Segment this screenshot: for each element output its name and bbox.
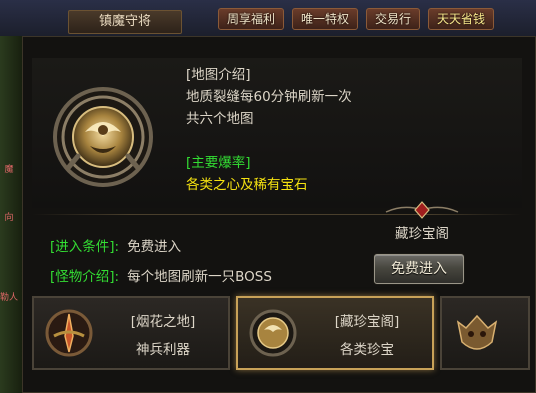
intro-line: 地质裂缝每60分钟刷新一次 — [186, 89, 352, 105]
top-bar: 镇魔守将 周享福利 唯一特权 交易行 天天省钱 — [0, 0, 536, 36]
left-scene-edge: 魔 向 勒人 — [0, 36, 22, 393]
map-card-fireworks[interactable]: [烟花之地] 神兵利器 — [32, 296, 230, 370]
entry-condition-row: [进入条件]: 免费进入 — [50, 232, 272, 262]
entry-condition-value: 免费进入 — [127, 239, 182, 255]
menu-unique-privilege[interactable]: 唯一特权 — [292, 8, 359, 30]
card-desc: 各类珍宝 — [340, 342, 394, 358]
demon-skull-icon — [456, 314, 498, 350]
card-name: [烟花之地] — [130, 314, 196, 330]
treasure-medal-icon — [249, 309, 297, 357]
card-desc: 神兵利器 — [136, 342, 190, 358]
left-tag: 魔 — [4, 165, 14, 175]
menu-trading-house[interactable]: 交易行 — [366, 8, 421, 30]
map-description: [地图介绍] 地质裂缝每60分钟刷新一次 共六个地图 [主要爆率] 各类之心及稀… — [186, 64, 352, 196]
conditions: [进入条件]: 免费进入 [怪物介绍]: 每个地图刷新一只BOSS — [50, 232, 272, 292]
map-card-demon[interactable] — [440, 296, 530, 370]
entry-condition-label: [进入条件]: — [50, 239, 120, 255]
left-tag: 向 — [4, 213, 14, 223]
menu-daily-savings[interactable]: 天天省钱 — [428, 8, 495, 30]
sword-medal-icon — [45, 309, 93, 357]
monster-info-row: [怪物介绍]: 每个地图刷新一只BOSS — [50, 262, 272, 292]
drop-text: 各类之心及稀有宝石 — [186, 177, 308, 193]
monster-info-label: [怪物介绍]: — [50, 269, 120, 285]
treasure-medal-icon — [53, 87, 153, 187]
map-card-treasure[interactable]: [藏珍宝阁] 各类珍宝 — [236, 296, 434, 370]
left-tag: 勒人 — [0, 293, 19, 303]
free-enter-button[interactable]: 免费进入 — [374, 254, 464, 284]
intro-line: 共六个地图 — [186, 111, 254, 127]
top-menu: 周享福利 唯一特权 交易行 天天省钱 — [218, 8, 495, 30]
gem-ornament-icon — [385, 201, 459, 219]
drop-heading: [主要爆率] — [186, 155, 251, 171]
intro-heading: [地图介绍] — [186, 67, 251, 83]
treasure-title: 藏珍宝阁 — [395, 226, 449, 242]
panel-title: 镇魔守将 — [68, 10, 182, 34]
card-name: [藏珍宝阁] — [334, 314, 400, 330]
monster-info-value: 每个地图刷新一只BOSS — [127, 269, 272, 285]
menu-weekly-welfare[interactable]: 周享福利 — [218, 8, 285, 30]
